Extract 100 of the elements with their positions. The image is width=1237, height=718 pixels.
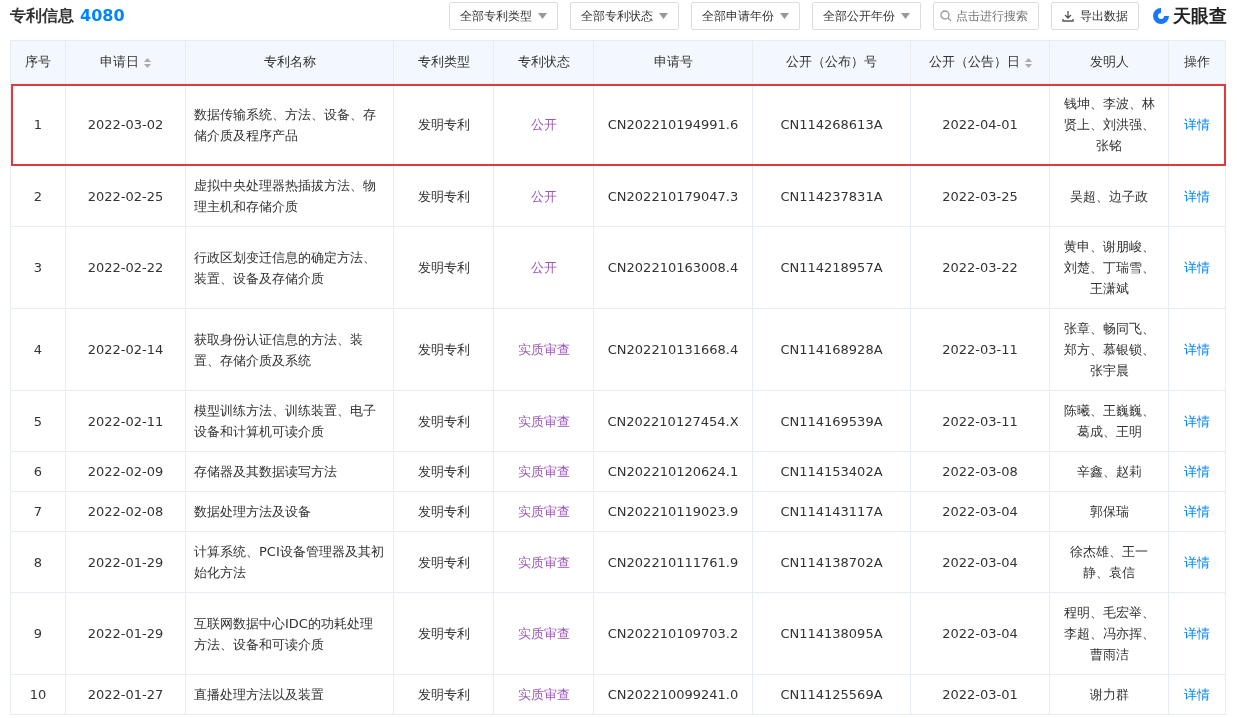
- logo-icon: [1151, 6, 1171, 26]
- patent-status: 公开: [530, 260, 557, 275]
- application-date: 2022-02-08: [87, 504, 164, 519]
- patent-title: 互联网数据中心IDC的功耗处理方法、设备和可读介质: [194, 615, 373, 652]
- application-number: CN202210111761.9: [607, 554, 739, 570]
- patent-status: 实质审查: [517, 413, 570, 429]
- column-header: 操作: [1168, 40, 1226, 84]
- row-number: 7: [33, 504, 43, 519]
- details-link[interactable]: 详情: [1184, 504, 1210, 519]
- application-number: CN202210120624.1: [607, 464, 739, 479]
- details-link[interactable]: 详情: [1184, 260, 1210, 275]
- details-link[interactable]: 详情: [1184, 554, 1210, 570]
- inventor-names: 黄申、谢朋峻、刘楚、丁瑞雪、王潇斌: [1063, 239, 1155, 296]
- patent-status: 实质审查: [517, 464, 570, 479]
- details-link[interactable]: 详情: [1184, 117, 1210, 132]
- application-date: 2022-02-11: [87, 413, 164, 429]
- publication-number: CN114169539A: [780, 413, 883, 429]
- application-number: CN202210127454.X: [607, 413, 739, 429]
- publication-number: CN114237831A: [780, 188, 883, 204]
- application-date: 2022-02-25: [87, 188, 164, 204]
- row-number: 2: [33, 188, 43, 204]
- patent-type: 发明专利: [417, 342, 470, 357]
- filter-dropdown[interactable]: 全部申请年份: [691, 2, 800, 30]
- application-date: 2022-01-27: [87, 687, 164, 702]
- inventor-names: 钱坤、李波、林贤上、刘洪强、张铭: [1063, 96, 1155, 153]
- patent-status: 实质审查: [517, 342, 570, 357]
- publication-date: 2022-03-04: [942, 554, 1018, 570]
- patent-title: 获取身份认证信息的方法、装置、存储介质及系统: [194, 331, 363, 368]
- inventor-names: 陈曦、王巍巍、葛成、王明: [1063, 403, 1155, 439]
- publication-number: CN114143117A: [780, 504, 883, 519]
- publication-date: 2022-03-11: [942, 342, 1018, 357]
- column-header: 专利名称: [185, 40, 394, 84]
- application-number: CN202210194991.6: [607, 117, 739, 132]
- patent-status: 实质审查: [517, 687, 570, 702]
- patent-title: 存储器及其数据读写方法: [194, 464, 337, 479]
- section-title: 专利信息: [10, 5, 74, 27]
- caret-icon: [780, 13, 789, 19]
- download-icon: [1062, 10, 1074, 22]
- application-date: 2022-02-14: [87, 342, 164, 357]
- details-link[interactable]: 详情: [1184, 188, 1210, 204]
- patent-title: 数据处理方法及设备: [194, 504, 311, 519]
- column-header[interactable]: 申请日: [65, 40, 186, 84]
- row-number: 4: [33, 342, 43, 357]
- publication-number: CN114153402A: [780, 464, 883, 479]
- column-header: 公开（公布）号: [752, 40, 911, 84]
- application-number: CN202210109703.2: [607, 626, 739, 641]
- publication-date: 2022-04-01: [942, 117, 1018, 132]
- publication-date: 2022-03-22: [942, 260, 1018, 275]
- application-number: CN202210131668.4: [607, 342, 739, 357]
- row-number: 8: [33, 554, 43, 570]
- caret-icon: [659, 13, 668, 19]
- patent-title: 数据传输系统、方法、设备、存储介质及程序产品: [194, 106, 376, 143]
- row-number: 3: [33, 260, 43, 275]
- row-number: 1: [33, 117, 43, 132]
- patent-type: 发明专利: [417, 260, 470, 275]
- search-field[interactable]: 点击进行搜索: [933, 2, 1039, 30]
- row-number: 6: [33, 464, 43, 479]
- details-link[interactable]: 详情: [1184, 626, 1210, 641]
- details-link[interactable]: 详情: [1184, 342, 1210, 357]
- inventor-names: 张章、畅同飞、郑方、慕银锁、张宇晨: [1063, 321, 1155, 378]
- inventor-names: 徐杰雄、王一静、袁信: [1070, 544, 1148, 580]
- details-link[interactable]: 详情: [1184, 464, 1210, 479]
- publication-date: 2022-03-01: [942, 687, 1018, 702]
- patent-title: 计算系统、PCI设备管理器及其初始化方法: [194, 544, 384, 580]
- details-link[interactable]: 详情: [1184, 413, 1210, 429]
- publication-date: 2022-03-08: [942, 464, 1018, 479]
- filter-dropdown[interactable]: 全部公开年份: [812, 2, 921, 30]
- column-header: 专利类型: [393, 40, 494, 84]
- publication-date: 2022-03-25: [942, 188, 1018, 204]
- application-number: CN202210163008.4: [607, 260, 739, 275]
- column-header: 专利状态: [493, 40, 594, 84]
- row-number: 5: [33, 413, 43, 429]
- patent-type: 发明专利: [417, 504, 470, 519]
- caret-icon: [901, 13, 910, 19]
- export-button[interactable]: 导出数据: [1051, 2, 1139, 30]
- filter-dropdown[interactable]: 全部专利类型: [449, 2, 558, 30]
- column-header: 序号: [10, 40, 66, 84]
- publication-number: CN114268613A: [780, 117, 883, 132]
- publication-number: CN114218957A: [780, 260, 883, 275]
- patent-title: 直播处理方法以及装置: [194, 687, 324, 702]
- patent-type: 发明专利: [417, 413, 470, 429]
- result-count: 4080: [80, 5, 125, 25]
- patent-type: 发明专利: [417, 626, 470, 641]
- patent-type: 发明专利: [417, 687, 470, 702]
- publication-number: CN114138702A: [780, 554, 883, 570]
- publication-date: 2022-03-04: [942, 504, 1018, 519]
- patent-title: 虚拟中央处理器热插拔方法、物理主机和存储介质: [194, 178, 376, 214]
- application-number: CN202210119023.9: [607, 504, 739, 519]
- patent-type: 发明专利: [417, 554, 470, 570]
- inventor-names: 程明、毛宏举、李超、冯亦挥、曹雨洁: [1063, 605, 1155, 662]
- application-date: 2022-01-29: [87, 626, 164, 641]
- column-header[interactable]: 公开（公告）日: [910, 40, 1050, 84]
- publication-number: CN114138095A: [780, 626, 883, 641]
- logo-text: 天眼查: [1173, 4, 1227, 28]
- application-date: 2022-02-09: [87, 464, 164, 479]
- patent-status: 公开: [530, 188, 557, 204]
- patent-title: 行政区划变迁信息的确定方法、装置、设备及存储介质: [194, 249, 376, 286]
- filter-dropdown[interactable]: 全部专利状态: [570, 2, 679, 30]
- details-link[interactable]: 详情: [1184, 687, 1210, 702]
- row-number: 10: [29, 687, 47, 702]
